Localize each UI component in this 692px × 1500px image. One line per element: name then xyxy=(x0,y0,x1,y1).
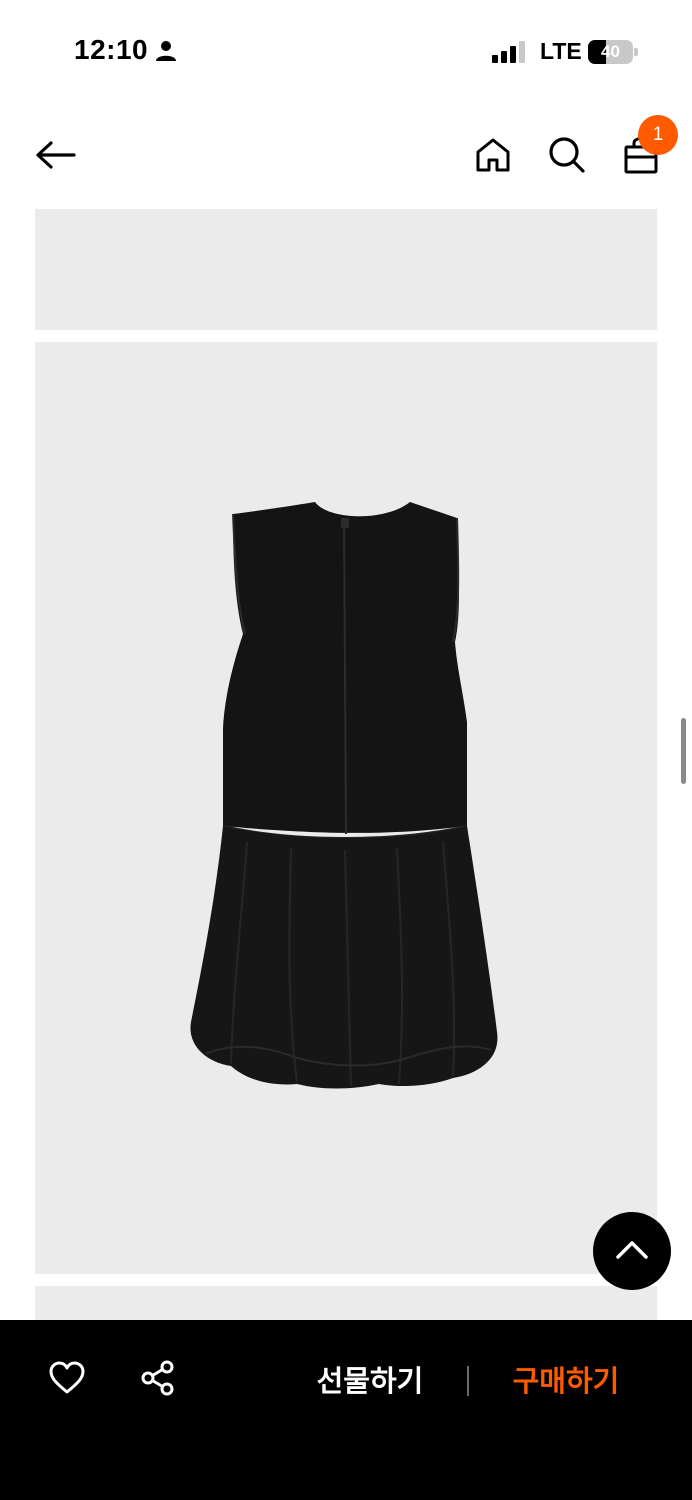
home-button[interactable] xyxy=(470,134,516,180)
gift-button[interactable]: 선물하기 xyxy=(300,1358,440,1404)
scrollbar[interactable] xyxy=(681,718,686,784)
dress-illustration xyxy=(190,502,498,1089)
person-icon xyxy=(155,40,177,62)
buy-button[interactable]: 구매하기 xyxy=(496,1358,636,1404)
cart-count-badge: 1 xyxy=(638,115,678,155)
bottom-action-bar xyxy=(0,1320,692,1500)
signal-bars-icon xyxy=(492,41,528,63)
status-time: 12:10 xyxy=(74,34,149,65)
chevron-up-icon xyxy=(615,1238,649,1264)
share-button[interactable] xyxy=(138,1360,178,1400)
like-button[interactable] xyxy=(46,1360,88,1400)
product-image xyxy=(35,342,657,1274)
product-image-panel xyxy=(35,209,657,330)
battery-indicator: 40 xyxy=(588,40,638,64)
battery-label: 40 xyxy=(601,42,620,61)
status-bar: 12:10 LTE 40 xyxy=(0,0,692,100)
network-label: LTE xyxy=(540,38,582,64)
arrow-left-icon xyxy=(34,140,78,174)
share-icon xyxy=(139,1359,177,1401)
heart-icon xyxy=(48,1361,86,1399)
scroll-to-top-button[interactable] xyxy=(593,1212,671,1290)
search-button[interactable] xyxy=(544,134,590,180)
back-button[interactable] xyxy=(32,136,80,178)
search-icon xyxy=(547,135,587,179)
home-icon xyxy=(474,136,512,178)
divider xyxy=(467,1366,469,1396)
